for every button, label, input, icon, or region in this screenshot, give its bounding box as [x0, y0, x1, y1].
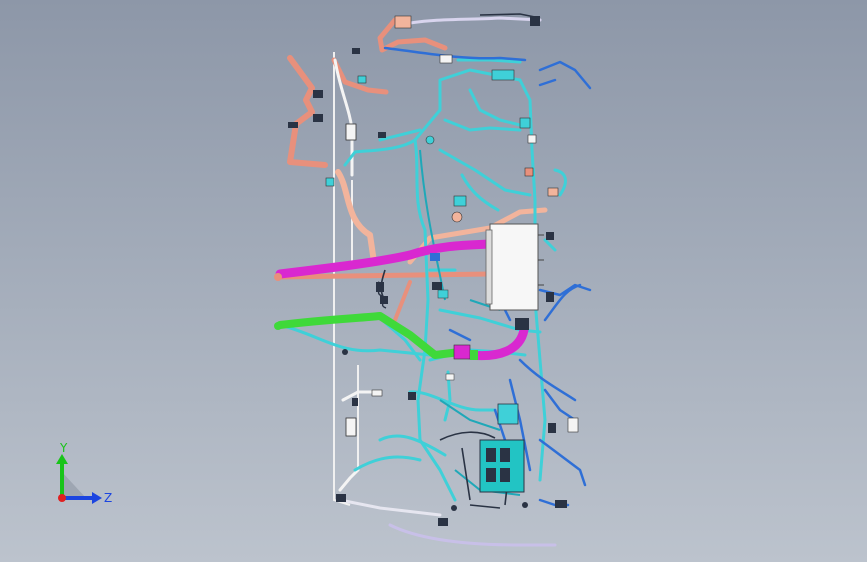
z-axis-label: Z — [104, 491, 112, 505]
control-module-box[interactable] — [485, 223, 544, 311]
wire-harness-model[interactable] — [0, 0, 867, 562]
triad-plane-shading — [62, 472, 86, 498]
graphics-viewport[interactable]: Y Z — [0, 0, 867, 562]
y-axis-label: Y — [59, 441, 68, 455]
y-axis-head — [56, 454, 68, 464]
x-axis-origin — [58, 494, 66, 502]
orientation-triad: Y Z — [56, 441, 112, 505]
z-axis-head — [92, 492, 102, 504]
